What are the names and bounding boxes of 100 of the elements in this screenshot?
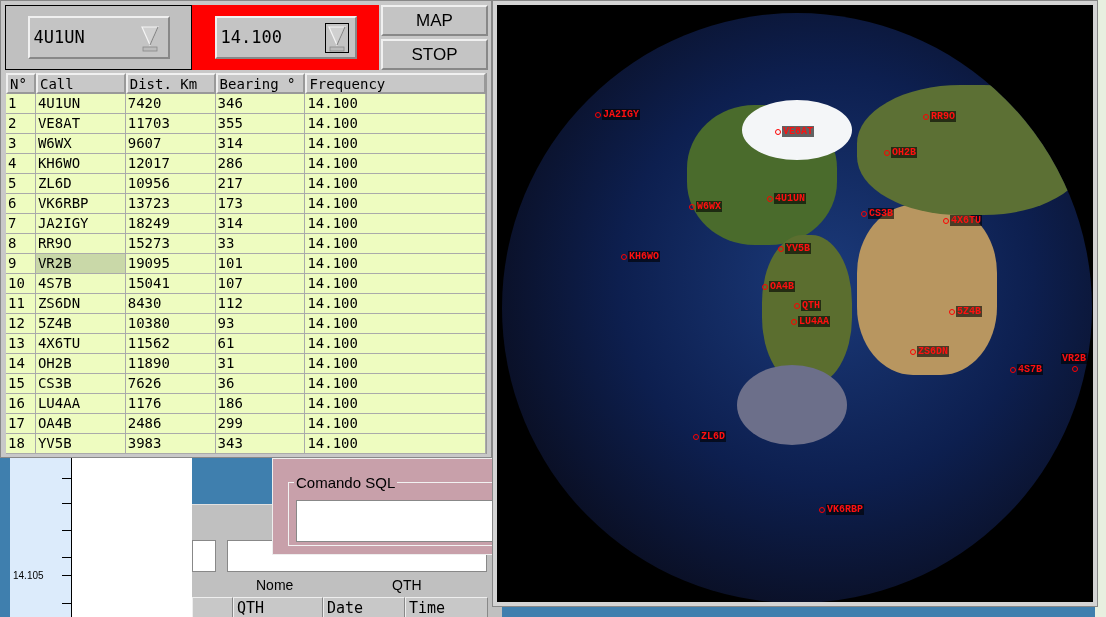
table-cell[interactable]: W6WX <box>35 134 126 154</box>
table-cell[interactable]: 11562 <box>125 334 216 354</box>
table-cell[interactable]: YV5B <box>35 434 126 454</box>
table-cell[interactable]: 173 <box>215 194 306 214</box>
table-cell[interactable]: OH2B <box>35 354 126 374</box>
table-cell[interactable]: 31 <box>215 354 306 374</box>
dropdown[interactable]: 14.100 <box>214 16 357 59</box>
table-cell[interactable]: 14.100 <box>305 114 486 134</box>
table-cell[interactable]: 10380 <box>125 314 216 334</box>
table-cell[interactable]: 9607 <box>125 134 216 154</box>
table-cell[interactable]: 14.100 <box>305 354 486 374</box>
table-cell[interactable]: LU4AA <box>35 394 126 414</box>
table-cell[interactable]: 4S7B <box>35 274 126 294</box>
table-cell[interactable]: ZL6D <box>35 174 126 194</box>
table-cell[interactable]: 3 <box>6 134 36 154</box>
column-header[interactable]: N° <box>6 73 36 94</box>
table-cell[interactable]: 61 <box>215 334 306 354</box>
table-cell[interactable]: VK6RBP <box>35 194 126 214</box>
table-cell[interactable]: 346 <box>215 94 306 114</box>
table-cell[interactable]: 9 <box>6 254 36 274</box>
table-cell[interactable]: 2 <box>6 114 36 134</box>
table-cell[interactable]: 8 <box>6 234 36 254</box>
table-cell[interactable]: 15 <box>6 374 36 394</box>
table-cell[interactable]: 314 <box>215 214 306 234</box>
column-header[interactable]: Date <box>323 597 405 617</box>
table-cell[interactable]: 14.100 <box>305 134 486 154</box>
table-cell[interactable]: 18249 <box>125 214 216 234</box>
column-header[interactable]: Frequency <box>305 73 486 94</box>
table-cell[interactable]: 2486 <box>125 414 216 434</box>
table-cell[interactable]: 101 <box>215 254 306 274</box>
table-cell[interactable]: 286 <box>215 154 306 174</box>
column-header[interactable]: QTH <box>233 597 323 617</box>
table-cell[interactable]: 13723 <box>125 194 216 214</box>
table-cell[interactable]: 355 <box>215 114 306 134</box>
table-cell[interactable]: 1176 <box>125 394 216 414</box>
table-cell[interactable]: 14.100 <box>305 214 486 234</box>
table-cell[interactable]: 4X6TU <box>35 334 126 354</box>
table-cell[interactable]: 93 <box>215 314 306 334</box>
table-cell[interactable]: 5 <box>6 174 36 194</box>
table-cell[interactable]: 10956 <box>125 174 216 194</box>
table-cell[interactable]: 14 <box>6 354 36 374</box>
table-cell[interactable]: 12 <box>6 314 36 334</box>
table-cell[interactable]: 14.100 <box>305 194 486 214</box>
table-cell[interactable]: OA4B <box>35 414 126 434</box>
table-cell[interactable]: 14.100 <box>305 394 486 414</box>
table-cell[interactable]: 14.100 <box>305 234 486 254</box>
column-header[interactable]: Call <box>35 73 126 94</box>
table-cell[interactable]: 17 <box>6 414 36 434</box>
table-cell[interactable]: 14.100 <box>305 334 486 354</box>
table-cell[interactable]: 107 <box>215 274 306 294</box>
table-cell[interactable]: 14.100 <box>305 154 486 174</box>
table-cell[interactable]: 15273 <box>125 234 216 254</box>
table-cell[interactable]: 112 <box>215 294 306 314</box>
column-header[interactable]: Time <box>405 597 488 617</box>
table-cell[interactable]: 14.100 <box>305 94 486 114</box>
table-cell[interactable]: 14.100 <box>305 254 486 274</box>
table-cell[interactable]: 11703 <box>125 114 216 134</box>
table-cell[interactable]: 14.100 <box>305 374 486 394</box>
column-header[interactable]: Dist. Km <box>125 73 216 94</box>
table-cell[interactable]: VE8AT <box>35 114 126 134</box>
table-cell[interactable]: 14.100 <box>305 294 486 314</box>
table-cell[interactable]: 1 <box>6 94 36 114</box>
table-cell[interactable]: 6 <box>6 194 36 214</box>
table-cell[interactable]: 314 <box>215 134 306 154</box>
table-cell[interactable]: 12017 <box>125 154 216 174</box>
table-cell[interactable]: 299 <box>215 414 306 434</box>
table-cell[interactable]: 5Z4B <box>35 314 126 334</box>
table-cell[interactable]: 7626 <box>125 374 216 394</box>
table-cell[interactable]: 10 <box>6 274 36 294</box>
table-cell[interactable]: 13 <box>6 334 36 354</box>
table-cell[interactable]: CS3B <box>35 374 126 394</box>
table-cell[interactable]: 19095 <box>125 254 216 274</box>
table-cell[interactable]: 36 <box>215 374 306 394</box>
dropdown[interactable]: 4U1UN <box>27 16 170 59</box>
table-cell[interactable]: 14.100 <box>305 434 486 454</box>
action-button[interactable]: MAP <box>381 5 488 36</box>
table-cell[interactable]: JA2IGY <box>35 214 126 234</box>
table-cell[interactable]: 11890 <box>125 354 216 374</box>
column-header[interactable] <box>192 597 233 617</box>
table-cell[interactable]: 14.100 <box>305 274 486 294</box>
table-cell[interactable]: 8430 <box>125 294 216 314</box>
table-cell[interactable]: VR2B <box>35 254 126 274</box>
table-cell[interactable]: 7420 <box>125 94 216 114</box>
table-cell[interactable]: 3983 <box>125 434 216 454</box>
table-cell[interactable]: 14.100 <box>305 414 486 434</box>
input-field[interactable] <box>192 540 216 572</box>
table-cell[interactable]: 4 <box>6 154 36 174</box>
table-cell[interactable]: ZS6DN <box>35 294 126 314</box>
table-cell[interactable]: 18 <box>6 434 36 454</box>
table-cell[interactable]: 14.100 <box>305 174 486 194</box>
table-cell[interactable]: 16 <box>6 394 36 414</box>
table-cell[interactable]: 4U1UN <box>35 94 126 114</box>
table-cell[interactable]: KH6WO <box>35 154 126 174</box>
table-cell[interactable]: 14.100 <box>305 314 486 334</box>
table-cell[interactable]: 217 <box>215 174 306 194</box>
table-cell[interactable]: 33 <box>215 234 306 254</box>
table-cell[interactable]: 15041 <box>125 274 216 294</box>
table-cell[interactable]: 7 <box>6 214 36 234</box>
table-cell[interactable]: 11 <box>6 294 36 314</box>
table-cell[interactable]: 186 <box>215 394 306 414</box>
